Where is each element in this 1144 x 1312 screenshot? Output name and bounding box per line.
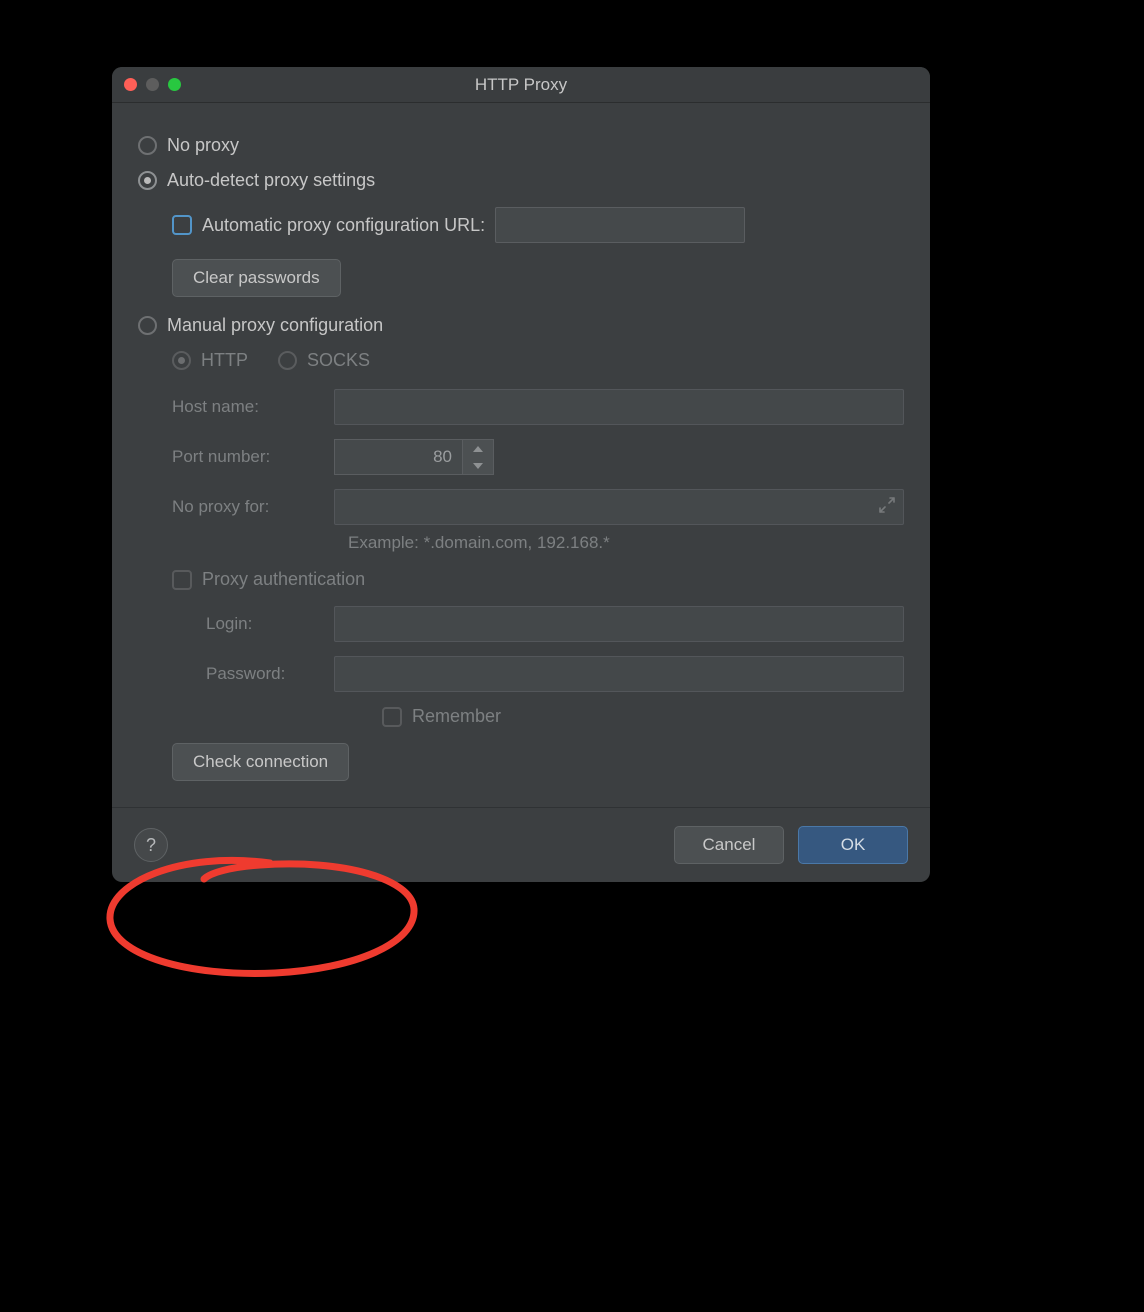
maximize-icon[interactable]: [168, 78, 181, 91]
no-proxy-for-input[interactable]: [334, 489, 904, 525]
help-button[interactable]: ?: [134, 828, 168, 862]
manual-option[interactable]: Manual proxy configuration: [138, 315, 904, 336]
no-proxy-for-label: No proxy for:: [172, 497, 320, 517]
auto-detect-option[interactable]: Auto-detect proxy settings: [138, 170, 904, 191]
port-stepper[interactable]: [462, 439, 494, 475]
manual-label: Manual proxy configuration: [167, 315, 383, 336]
radio-icon: [278, 351, 297, 370]
http-protocol-option[interactable]: HTTP: [172, 350, 248, 371]
ok-label: OK: [841, 835, 866, 855]
port-number-input[interactable]: 80: [334, 439, 494, 475]
chevron-up-icon[interactable]: [463, 440, 493, 457]
remember-row[interactable]: Remember: [382, 706, 904, 727]
auto-url-input[interactable]: [495, 207, 745, 243]
check-connection-button[interactable]: Check connection: [172, 743, 349, 781]
password-row: Password:: [206, 656, 904, 692]
cancel-label: Cancel: [703, 835, 756, 855]
host-name-input[interactable]: [334, 389, 904, 425]
no-proxy-label: No proxy: [167, 135, 239, 156]
no-proxy-option[interactable]: No proxy: [138, 135, 904, 156]
radio-icon: [138, 171, 157, 190]
port-number-row: Port number: 80: [172, 439, 904, 475]
cancel-button[interactable]: Cancel: [674, 826, 784, 864]
expand-icon[interactable]: [879, 497, 895, 518]
proxy-auth-label: Proxy authentication: [202, 569, 365, 590]
socks-label: SOCKS: [307, 350, 370, 371]
auto-url-label: Automatic proxy configuration URL:: [202, 215, 485, 236]
login-label: Login:: [206, 614, 320, 634]
auto-url-checkbox[interactable]: [172, 215, 192, 235]
proxy-auth-row[interactable]: Proxy authentication: [172, 569, 904, 590]
socks-protocol-option[interactable]: SOCKS: [278, 350, 370, 371]
host-name-label: Host name:: [172, 397, 320, 417]
login-row: Login:: [206, 606, 904, 642]
clear-passwords-button[interactable]: Clear passwords: [172, 259, 341, 297]
close-icon[interactable]: [124, 78, 137, 91]
port-number-label: Port number:: [172, 447, 320, 467]
ok-button[interactable]: OK: [798, 826, 908, 864]
minimize-icon[interactable]: [146, 78, 159, 91]
password-input[interactable]: [334, 656, 904, 692]
help-icon: ?: [146, 835, 156, 856]
no-proxy-for-row: No proxy for:: [172, 489, 904, 525]
chevron-down-icon[interactable]: [463, 457, 493, 474]
check-connection-label: Check connection: [193, 752, 328, 772]
login-input[interactable]: [334, 606, 904, 642]
auto-url-row: Automatic proxy configuration URL:: [172, 207, 904, 243]
clear-passwords-label: Clear passwords: [193, 268, 320, 288]
no-proxy-example: Example: *.domain.com, 192.168.*: [348, 533, 904, 553]
radio-icon: [172, 351, 191, 370]
window-controls: [124, 78, 181, 91]
remember-label: Remember: [412, 706, 501, 727]
radio-icon: [138, 136, 157, 155]
remember-checkbox[interactable]: [382, 707, 402, 727]
http-proxy-dialog: HTTP Proxy No proxy Auto-detect proxy se…: [112, 67, 930, 882]
titlebar: HTTP Proxy: [112, 67, 930, 103]
auto-detect-label: Auto-detect proxy settings: [167, 170, 375, 191]
port-number-value: 80: [334, 439, 462, 475]
dialog-footer: ? Cancel OK: [112, 807, 930, 882]
radio-icon: [138, 316, 157, 335]
password-label: Password:: [206, 664, 320, 684]
dialog-content: No proxy Auto-detect proxy settings Auto…: [112, 103, 930, 807]
window-title: HTTP Proxy: [112, 75, 930, 95]
host-name-row: Host name:: [172, 389, 904, 425]
proxy-auth-checkbox[interactable]: [172, 570, 192, 590]
http-label: HTTP: [201, 350, 248, 371]
